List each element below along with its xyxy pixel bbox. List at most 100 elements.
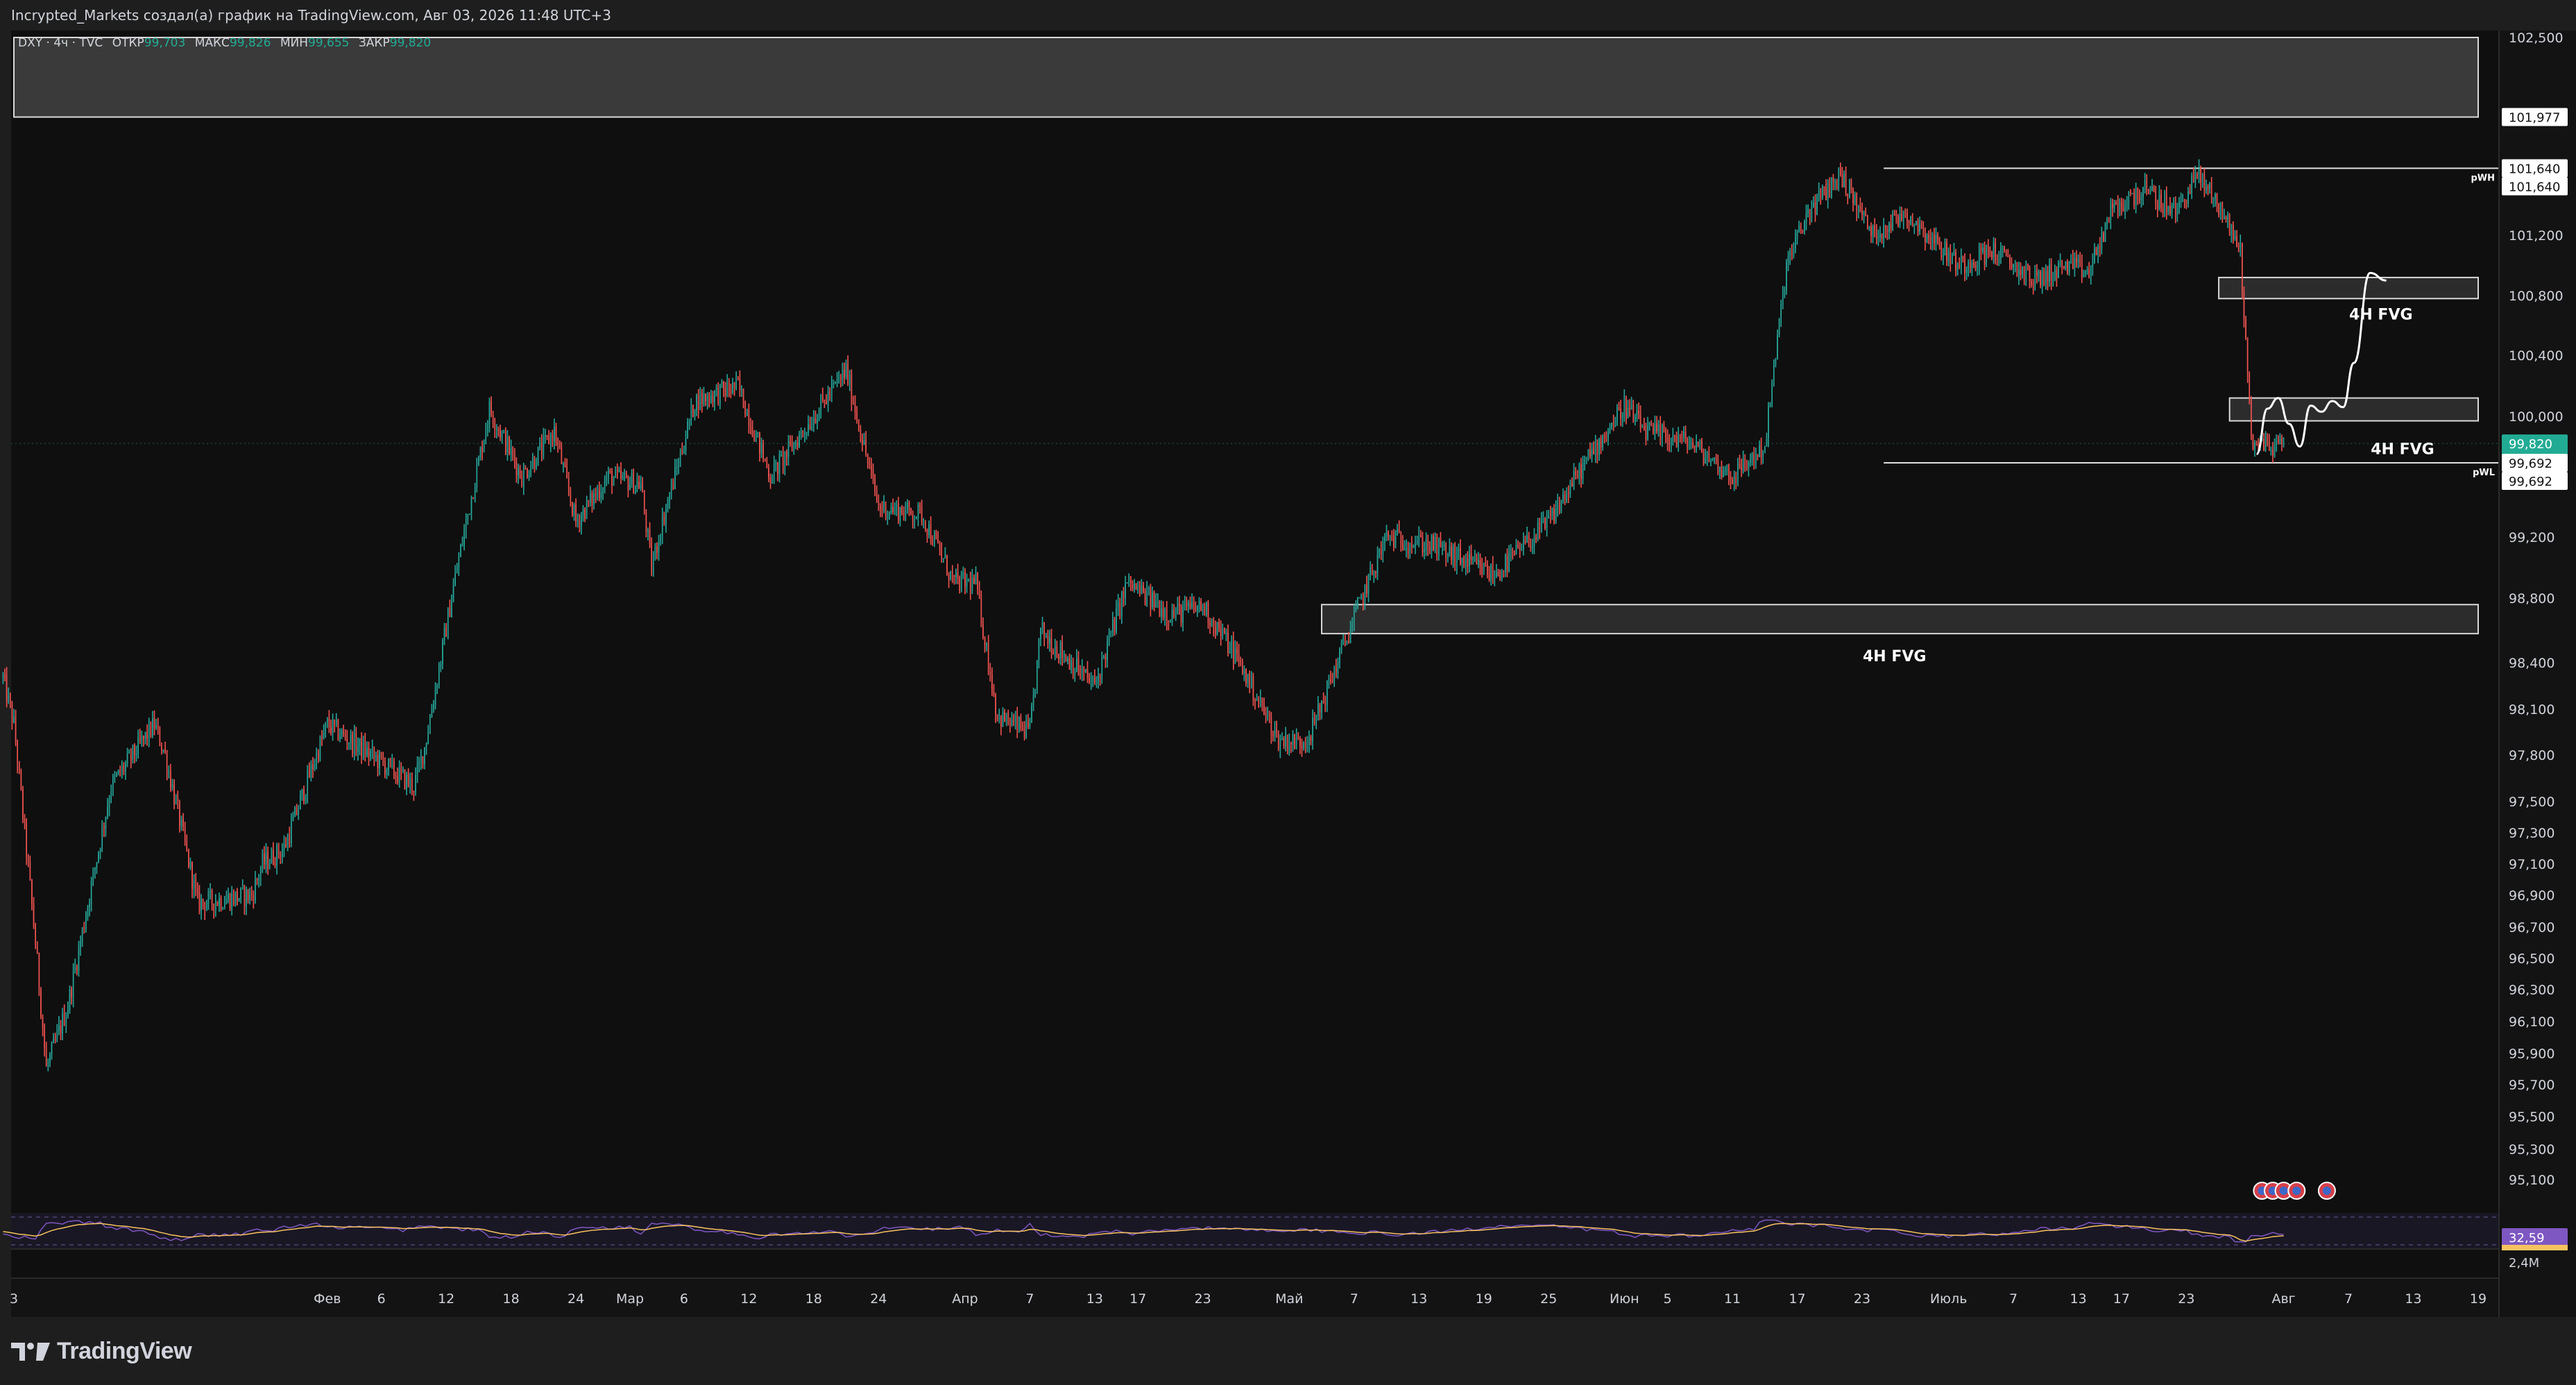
candle-body — [2022, 266, 2023, 275]
candle-body — [1696, 441, 1697, 448]
candle-body — [35, 926, 36, 946]
candle-body — [335, 720, 337, 724]
candle-body — [2151, 186, 2153, 191]
candle-body — [626, 473, 627, 477]
candle-body — [1103, 656, 1104, 658]
candle-body — [1108, 632, 1110, 642]
candle-body — [1506, 554, 1508, 572]
candle-body — [951, 570, 953, 575]
price-tick-label: 101,200 — [2509, 228, 2564, 244]
candle-body — [1198, 601, 1200, 606]
candle-body — [2227, 214, 2228, 220]
candle-body — [1920, 224, 1922, 229]
candle-body — [1182, 606, 1184, 623]
tradingview-logo[interactable]: TradingView — [11, 1338, 192, 1365]
candle-body — [2099, 246, 2101, 249]
legend-low-value: 99,655 — [308, 36, 350, 50]
candle-body — [595, 493, 597, 497]
candle-body — [460, 545, 461, 557]
candle-body — [2139, 197, 2140, 201]
candle-body — [282, 850, 283, 858]
time-tick-label: 6 — [377, 1291, 386, 1307]
candle-body — [1769, 403, 1771, 407]
candle-body — [732, 382, 733, 393]
candle-body — [908, 502, 910, 509]
candle-body — [1629, 407, 1630, 410]
candle-body — [1249, 674, 1250, 689]
candle-body — [1384, 536, 1385, 543]
candle-body — [654, 546, 656, 559]
candle-body — [26, 822, 27, 857]
candle-body — [1809, 210, 1811, 219]
candle-body — [1304, 742, 1306, 746]
candle-body — [2221, 202, 2224, 219]
candle-body — [2201, 174, 2203, 183]
candle-body — [1587, 450, 1589, 457]
candle-body — [1406, 548, 1407, 550]
candle-body — [1404, 548, 1406, 550]
candle-body — [719, 384, 721, 404]
candle-body — [1045, 636, 1047, 638]
candle-body — [1004, 712, 1005, 722]
candle-body — [1717, 459, 1719, 473]
candle-body — [903, 513, 905, 518]
candle-body — [573, 504, 575, 516]
candle-body — [241, 887, 244, 888]
candle-body — [2153, 186, 2155, 192]
candle-body — [1539, 522, 1541, 533]
candle-body — [1746, 467, 1748, 469]
candle-body — [987, 643, 989, 672]
candle-body — [1104, 656, 1107, 661]
candle-body — [1886, 230, 1888, 232]
candle-body — [1832, 177, 1834, 182]
candle-body — [721, 381, 723, 384]
candle-body — [76, 967, 78, 971]
candle-body — [923, 520, 925, 522]
candle-body — [1675, 435, 1678, 447]
price-label: 101,640 — [2509, 162, 2560, 177]
candle-body — [645, 512, 647, 532]
price-tick-label: 100,800 — [2509, 289, 2564, 304]
candle-body — [17, 742, 18, 765]
candle-body — [1618, 407, 1620, 409]
candle-body — [1569, 483, 1571, 495]
price-chart[interactable]: 4H FVG4H FVG4H FVGpWHpWL102,500101,20010… — [0, 0, 2576, 1385]
time-tick-label: 7 — [1350, 1291, 1358, 1307]
candle-body — [2212, 198, 2215, 200]
candle-body — [452, 585, 454, 601]
candle-body — [1433, 535, 1434, 550]
candle-body — [611, 471, 613, 486]
candle-body — [1657, 425, 1660, 432]
candle-body — [355, 733, 357, 752]
candle-body — [905, 510, 907, 518]
candle-body — [45, 1048, 47, 1067]
candle-body — [152, 718, 153, 736]
candle-body — [1672, 435, 1674, 441]
candle-body — [2279, 438, 2281, 444]
candle-body — [1483, 563, 1485, 575]
candle-body — [232, 893, 234, 904]
candle-body — [1303, 742, 1304, 749]
candle-body — [47, 1062, 49, 1067]
rsi-background — [11, 1213, 2499, 1249]
candle-body — [1575, 471, 1576, 475]
candle-body — [2246, 338, 2249, 375]
candle-body — [1267, 713, 1268, 715]
candle-body — [826, 401, 827, 405]
candle-body — [491, 401, 492, 415]
candle-body — [1445, 544, 1447, 558]
candle-body — [1766, 439, 1768, 446]
candle-body — [554, 427, 555, 442]
candle-body — [1778, 318, 1780, 335]
candle-body — [1861, 210, 1863, 215]
candle-body — [1567, 493, 1569, 495]
candle-body — [1537, 522, 1539, 539]
candle-body — [2041, 271, 2043, 286]
candle-body — [1562, 494, 1564, 501]
candle-body — [287, 835, 289, 847]
candle-body — [674, 467, 676, 489]
candle-body — [1049, 638, 1050, 644]
candle-body — [33, 903, 35, 927]
candle-body — [536, 465, 537, 468]
candle-body — [1973, 262, 1974, 266]
